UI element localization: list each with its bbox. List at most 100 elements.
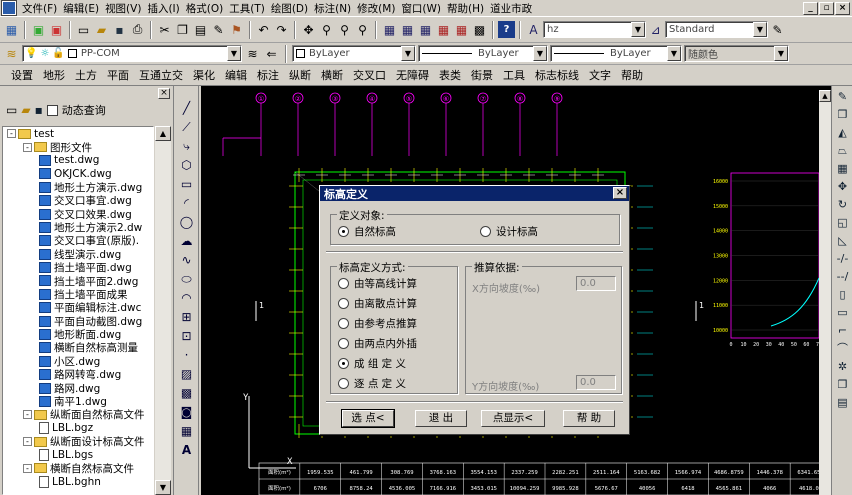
dim-style-icon[interactable]: ⊿	[647, 21, 664, 38]
move-icon[interactable]: ✥	[835, 180, 850, 194]
trim-icon[interactable]: -/-	[835, 252, 850, 266]
markup-icon[interactable]: ▦	[453, 21, 470, 38]
table-icon[interactable]: ▦	[179, 423, 195, 439]
appmenu-accessibility[interactable]: 无障碍	[391, 67, 434, 83]
menu-tools[interactable]: 工具(T)	[226, 1, 268, 16]
copy-clip-icon[interactable]: ❐	[835, 378, 850, 392]
new-file-icon[interactable]: ▭	[6, 103, 17, 117]
show-points-button[interactable]: 点显示<	[481, 410, 545, 427]
x-slope-input[interactable]: 0.0	[576, 276, 616, 291]
color-select[interactable]: ByLayer ▼	[292, 45, 416, 62]
radio-design-elevation[interactable]: 设计标高	[480, 224, 538, 239]
method-radio[interactable]: 逐 点 定 义	[338, 376, 406, 391]
layer-previous-icon[interactable]: ⇐	[263, 45, 280, 62]
paint-icon[interactable]: ⚑	[228, 21, 245, 38]
appmenu-cross-section[interactable]: 横断	[316, 67, 348, 83]
tree-file-item[interactable]: 交叉口效果.dwg	[3, 207, 153, 221]
help-icon[interactable]: ?	[498, 21, 515, 38]
tree-folder-item[interactable]: - 图形文件	[3, 140, 153, 154]
scale-icon[interactable]: ◱	[835, 216, 850, 230]
scroll-down-icon[interactable]: ▼	[155, 480, 171, 495]
construction-line-icon[interactable]: ⟋	[179, 119, 195, 135]
radio-button[interactable]	[338, 378, 349, 389]
appmenu-streetscape[interactable]: 街景	[466, 67, 498, 83]
arc-icon[interactable]: ◜	[179, 195, 195, 211]
design-center-icon[interactable]: ▦	[399, 21, 416, 38]
tree-file-item[interactable]: 地形断面.dwg	[3, 328, 153, 341]
tree-file-item[interactable]: 交叉口事宜.dwg	[3, 194, 153, 207]
plotstyle-select[interactable]: 随颜色 ▼	[684, 45, 789, 62]
join-icon[interactable]: ▭	[835, 306, 850, 320]
rotate-icon[interactable]: ↻	[835, 198, 850, 212]
appmenu-help[interactable]: 帮助	[616, 67, 648, 83]
radio-button[interactable]	[338, 226, 349, 237]
exit-button[interactable]: 退 出	[415, 410, 467, 427]
appmenu-tools[interactable]: 工具	[498, 67, 530, 83]
rectangle-icon[interactable]: ▭	[179, 176, 195, 192]
layer-manager-icon[interactable]: ≋	[3, 45, 20, 62]
make-current-icon[interactable]: ≋	[244, 45, 261, 62]
print-icon[interactable]: ⎙	[129, 21, 146, 38]
collapse-icon[interactable]: -	[23, 437, 32, 447]
tree-folder-item[interactable]: - 横断自然标高文件	[3, 462, 153, 475]
lineweight-select[interactable]: ByLayer ▼	[550, 45, 682, 62]
appmenu-signs-markings[interactable]: 标志标线	[530, 67, 584, 83]
make-block-icon[interactable]: ⊡	[179, 328, 195, 344]
method-radio[interactable]: 由离散点计算	[338, 296, 417, 311]
linetype-select[interactable]: ByLayer ▼	[418, 45, 548, 62]
text-style-select[interactable]: hz ▼	[543, 21, 646, 38]
layer-select[interactable]: 💡 ☼ 🔓 PP-COM ▼	[22, 45, 242, 62]
dim-style-select[interactable]: Standard ▼	[665, 21, 768, 38]
chamfer-icon[interactable]: ⌐	[835, 324, 850, 338]
menu-insert[interactable]: 插入(I)	[144, 1, 182, 16]
menu-window[interactable]: 窗口(W)	[398, 1, 444, 16]
chevron-down-icon[interactable]: ▼	[401, 46, 415, 61]
tree-file-item[interactable]: 挡土墙平面2.dwg	[3, 274, 153, 288]
copy-icon[interactable]: ❐	[174, 21, 191, 38]
zoom-previous-icon[interactable]: ⚲	[354, 21, 371, 38]
polyline-icon[interactable]: ⤷	[179, 138, 195, 154]
menu-help[interactable]: 帮助(H)	[444, 1, 487, 16]
method-radio[interactable]: 由两点内外插	[338, 336, 417, 351]
dynamic-query-checkbox[interactable]	[46, 104, 58, 116]
zoom-realtime-icon[interactable]: ⚲	[318, 21, 335, 38]
chevron-down-icon[interactable]: ▼	[753, 22, 767, 37]
break-icon[interactable]: ▯	[835, 288, 850, 302]
tree-file-item[interactable]: 挡土墙平面成果	[3, 288, 153, 301]
pan-icon[interactable]: ✥	[300, 21, 317, 38]
redo-icon[interactable]: ↷	[273, 21, 290, 38]
appmenu-edit[interactable]: 编辑	[220, 67, 252, 83]
fillet-icon[interactable]: ⌒	[835, 342, 850, 356]
save-icon[interactable]: ▪	[111, 21, 128, 38]
tree-file-item[interactable]: LBL.bgs	[3, 448, 153, 462]
menu-format[interactable]: 格式(O)	[183, 1, 226, 16]
tree-file-item[interactable]: 路网.dwg	[3, 381, 153, 395]
chevron-down-icon[interactable]: ▼	[667, 46, 681, 61]
explode-icon[interactable]: ✲	[835, 360, 850, 374]
appmenu-intersection[interactable]: 交叉口	[348, 67, 391, 83]
close-icon[interactable]: ×	[158, 88, 170, 99]
appmenu-terrain[interactable]: 地形	[38, 67, 70, 83]
copy-object-icon[interactable]: ❐	[835, 108, 850, 122]
paste-icon[interactable]: ▤	[192, 21, 209, 38]
radio-button[interactable]	[338, 298, 349, 309]
tree-file-item[interactable]: 地形土方演示2.dw	[3, 221, 153, 234]
tree-file-item[interactable]: LBL.bgz	[3, 422, 153, 435]
restore-button[interactable]: ▫	[819, 1, 834, 15]
dialog-titlebar[interactable]: 标高定义 ×	[320, 186, 629, 201]
chevron-down-icon[interactable]: ▼	[227, 46, 241, 61]
polygon-icon[interactable]: ⬡	[179, 157, 195, 173]
radio-natural-elevation[interactable]: 自然标高	[338, 224, 396, 239]
tree-file-item[interactable]: OKJCK.dwg	[3, 167, 153, 180]
menu-edit[interactable]: 编辑(E)	[60, 1, 102, 16]
radio-button[interactable]	[480, 226, 491, 237]
collapse-icon[interactable]: -	[23, 463, 32, 473]
tree-file-item[interactable]: 路网转弯.dwg	[3, 368, 153, 381]
match-properties-icon[interactable]: ✎	[210, 21, 227, 38]
appmenu-plan[interactable]: 平面	[102, 67, 134, 83]
close-button[interactable]: ×	[835, 1, 850, 15]
edit-style-icon[interactable]: ✎	[769, 21, 786, 38]
tree-scrollbar[interactable]: ▲ ▼	[155, 126, 171, 495]
new-icon[interactable]: ▭	[75, 21, 92, 38]
extend-icon[interactable]: --/	[835, 270, 850, 284]
